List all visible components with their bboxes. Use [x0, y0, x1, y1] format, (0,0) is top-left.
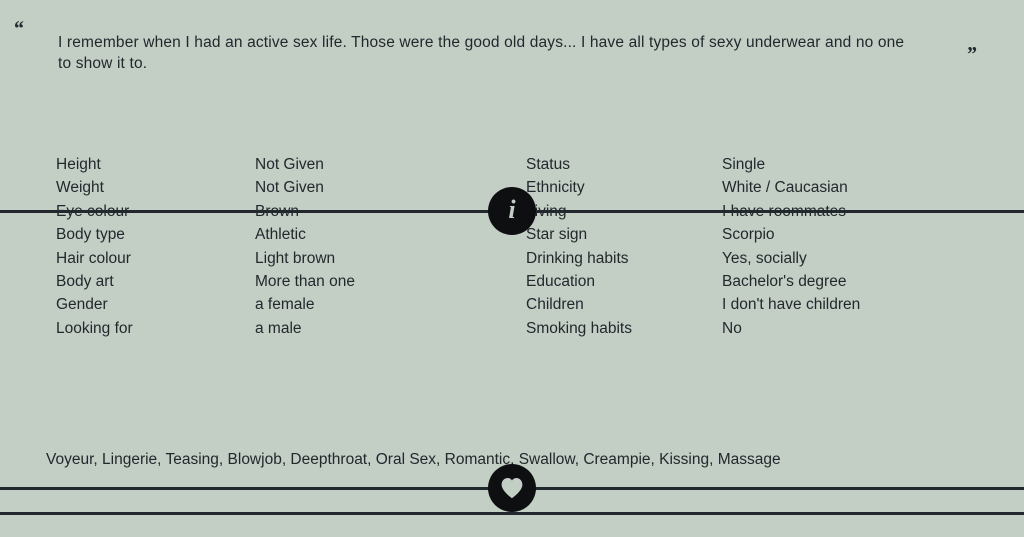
detail-row: Ethnicity White / Caucasian	[526, 176, 946, 199]
detail-value: a male	[255, 319, 302, 337]
detail-value: I don't have children	[722, 296, 861, 314]
detail-label: Living	[526, 202, 567, 220]
detail-label: Body type	[56, 226, 125, 244]
detail-label: Children	[526, 296, 584, 314]
detail-value: Yes, socially	[722, 249, 807, 267]
detail-row: Eye colour Brown	[56, 200, 476, 223]
detail-row: Drinking habits Yes, socially	[526, 247, 946, 270]
detail-label: Looking for	[56, 319, 133, 337]
heart-icon	[499, 476, 525, 500]
detail-row: Status Single	[526, 153, 946, 176]
detail-row: Education Bachelor's degree	[526, 270, 946, 293]
detail-row: Children I don't have children	[526, 293, 946, 316]
detail-value: Bachelor's degree	[722, 273, 847, 291]
detail-value: I have roommates	[722, 202, 847, 220]
detail-label: Gender	[56, 296, 108, 314]
detail-label: Education	[526, 273, 595, 291]
detail-label: Hair colour	[56, 249, 131, 267]
detail-value: White / Caucasian	[722, 179, 848, 197]
detail-row: Living I have roommates	[526, 200, 946, 223]
heart-circle-icon	[488, 464, 536, 512]
detail-label: Ethnicity	[526, 179, 585, 197]
detail-row: Star sign Scorpio	[526, 223, 946, 246]
detail-label: Drinking habits	[526, 249, 629, 267]
quote-open-icon: “	[13, 16, 24, 40]
detail-value: Athletic	[255, 226, 306, 244]
profile-tagline-text: I remember when I had an active sex life…	[58, 33, 905, 73]
detail-value: Not Given	[255, 156, 324, 173]
detail-label: Height	[56, 156, 101, 173]
detail-value: Light brown	[255, 249, 336, 267]
quote-close-icon: ”	[966, 42, 977, 66]
detail-value: More than one	[255, 273, 355, 291]
detail-label: Eye colour	[56, 202, 130, 220]
detail-row: Smoking habits No	[526, 317, 946, 340]
detail-label: Weight	[56, 179, 104, 197]
profile-details-page: “ I remember when I had an active sex li…	[0, 0, 1024, 537]
detail-row: Hair colour Light brown	[56, 247, 476, 270]
detail-label: Star sign	[526, 226, 588, 244]
details-group-left: Height Not Given Weight Not Given Eye co…	[56, 153, 476, 340]
detail-row: Body art More than one	[56, 270, 476, 293]
info-circle-icon: i	[488, 187, 536, 235]
detail-row: Gender a female	[56, 293, 476, 316]
profile-details-section: Height Not Given Weight Not Given Eye co…	[0, 113, 1024, 390]
detail-label: Smoking habits	[526, 319, 632, 337]
detail-row: Weight Not Given	[56, 176, 476, 199]
detail-value: a female	[255, 296, 315, 314]
info-icon-glyph: i	[508, 195, 516, 224]
details-group-right: Status Single Ethnicity White / Caucasia…	[526, 153, 946, 340]
detail-value: No	[722, 319, 742, 337]
detail-value: Single	[722, 156, 766, 173]
detail-label: Status	[526, 156, 570, 173]
detail-row: Body type Athletic	[56, 223, 476, 246]
detail-row: Looking for a male	[56, 317, 476, 340]
detail-value: Scorpio	[722, 226, 775, 244]
profile-tagline-section: “ I remember when I had an active sex li…	[0, 0, 1024, 97]
detail-value: Brown	[255, 202, 299, 220]
detail-value: Not Given	[255, 179, 324, 197]
footer-area	[0, 515, 1024, 537]
detail-label: Body art	[56, 273, 114, 291]
detail-row: Height Not Given	[56, 153, 476, 176]
